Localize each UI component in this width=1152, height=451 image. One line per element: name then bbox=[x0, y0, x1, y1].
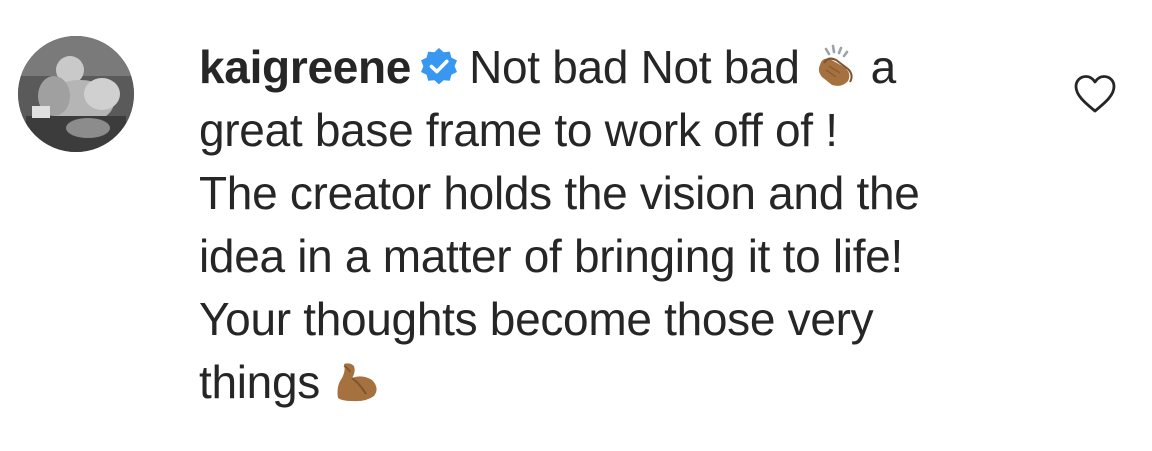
avatar[interactable] bbox=[18, 36, 134, 152]
like-button[interactable] bbox=[1072, 73, 1118, 115]
flexed-biceps-emoji bbox=[337, 363, 378, 402]
comment-row: kaigreene Not bad Not bad a great base f… bbox=[0, 0, 1152, 451]
comment-line-3: The creator holds the vision and the bbox=[199, 167, 920, 219]
comment-text-line-6: things bbox=[199, 356, 320, 408]
comment-line-2: great base frame to work off of ! bbox=[199, 104, 838, 156]
comment-line-6: things bbox=[199, 351, 1039, 414]
verified-badge-icon bbox=[421, 48, 458, 85]
comment-text: kaigreene Not bad Not bad a great base f… bbox=[199, 36, 1039, 414]
comment-line-5: Your thoughts become those very bbox=[199, 293, 874, 345]
heart-icon bbox=[1074, 75, 1116, 113]
comment-line-1: kaigreene Not bad Not bad a bbox=[199, 36, 1039, 99]
comment-text-line-1: Not bad Not bad bbox=[469, 41, 800, 93]
username-link[interactable]: kaigreene bbox=[199, 41, 411, 93]
clapping-hands-emoji bbox=[818, 44, 853, 86]
comment-line-4: idea in a matter of bringing it to life! bbox=[199, 230, 903, 282]
avatar-image bbox=[18, 36, 134, 152]
comment-text-line-1-tail: a bbox=[870, 41, 897, 93]
